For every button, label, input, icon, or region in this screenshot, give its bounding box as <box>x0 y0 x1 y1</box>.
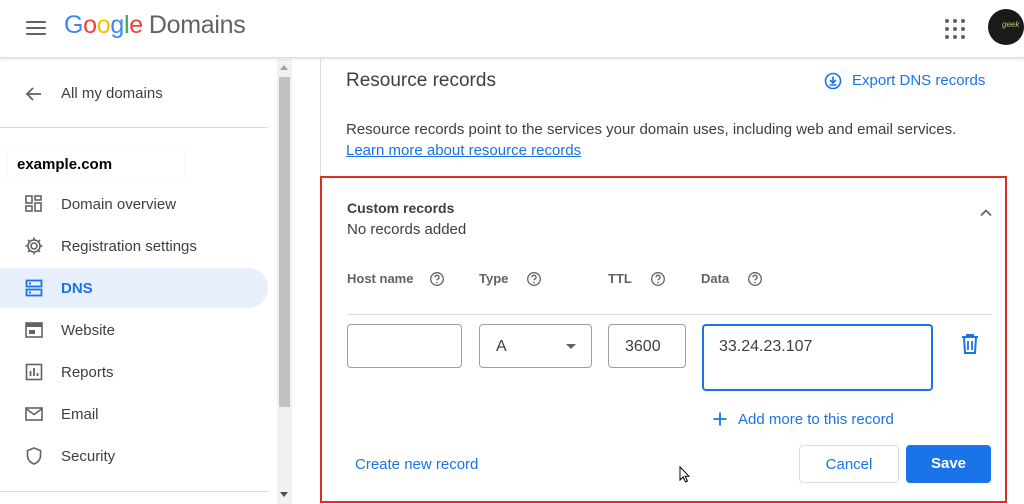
host-name-input[interactable] <box>347 324 462 368</box>
apps-grid-icon[interactable] <box>940 14 970 44</box>
sidebar-item-email[interactable]: Email <box>0 394 268 434</box>
hamburger-menu-icon[interactable] <box>22 14 50 42</box>
resource-records-description: Resource records point to the services y… <box>346 121 957 138</box>
web-browser-icon <box>25 322 43 338</box>
page-title: Resource records <box>346 70 496 91</box>
save-button[interactable]: Save <box>906 445 991 483</box>
sidebar-item-dns[interactable]: DNS <box>0 268 268 308</box>
sidebar-item-security[interactable]: Security <box>0 436 268 476</box>
column-header-ttl: TTL <box>608 271 632 286</box>
shield-icon <box>26 447 42 465</box>
sidebar-item-registration-settings[interactable]: Registration settings <box>0 226 268 266</box>
custom-records-title: Custom records <box>347 200 455 216</box>
dns-server-icon <box>25 279 43 297</box>
custom-records-panel: Custom records No records added Host nam… <box>320 176 1007 503</box>
logo-product-name: Domains <box>148 11 246 39</box>
create-new-record-button[interactable]: Create new record <box>355 456 478 473</box>
column-header-host-name: Host name <box>347 271 414 286</box>
column-header-data: Data <box>701 271 730 286</box>
sidebar-item-website[interactable]: Website <box>0 310 268 350</box>
sidebar: All my domains example.com Domain overvi… <box>0 59 276 504</box>
mouse-pointer-icon <box>679 466 691 483</box>
mail-icon <box>25 407 43 421</box>
cancel-button[interactable]: Cancel <box>799 445 899 483</box>
data-input[interactable]: 33.24.23.107 <box>702 324 933 391</box>
help-icon[interactable] <box>526 271 542 287</box>
trash-icon[interactable] <box>959 332 981 356</box>
back-label: All my domains <box>61 85 163 102</box>
avatar-text: geek <box>1002 20 1020 29</box>
scroll-up-arrow-icon[interactable] <box>280 65 288 70</box>
custom-records-subtitle: No records added <box>347 221 467 238</box>
account-avatar[interactable]: geek <box>988 9 1024 45</box>
help-icon[interactable] <box>650 271 666 287</box>
dropdown-arrow-icon <box>566 344 576 349</box>
sidebar-scrollbar[interactable] <box>277 59 292 504</box>
main-content: Resource records Export DNS records Reso… <box>320 59 1024 504</box>
column-header-type: Type <box>479 271 509 286</box>
sidebar-item-domain-overview[interactable]: Domain overview <box>0 184 268 224</box>
help-icon[interactable] <box>429 271 445 287</box>
gear-icon <box>25 237 43 255</box>
google-domains-logo[interactable]: Google Domains <box>64 11 246 40</box>
back-to-all-domains[interactable]: All my domains <box>0 75 276 113</box>
plus-icon <box>713 412 727 426</box>
domain-name-label: example.com <box>8 146 184 180</box>
help-icon[interactable] <box>747 271 763 287</box>
dashboard-icon <box>25 195 42 212</box>
arrow-back-icon <box>25 87 41 101</box>
scroll-thumb[interactable] <box>279 77 290 407</box>
sidebar-bottom-divider <box>0 491 268 492</box>
download-circle-icon <box>824 72 842 90</box>
learn-more-link[interactable]: Learn more about resource records <box>346 142 581 159</box>
bar-chart-icon <box>25 363 43 381</box>
ttl-input[interactable]: 3600 <box>608 324 686 368</box>
scroll-down-arrow-icon[interactable] <box>280 492 288 497</box>
sidebar-item-reports[interactable]: Reports <box>0 352 268 392</box>
header-divider <box>347 314 992 315</box>
top-app-bar: Google Domains geek <box>0 0 1024 58</box>
type-select[interactable]: A <box>479 324 592 368</box>
chevron-up-icon[interactable] <box>978 205 994 221</box>
sidebar-divider <box>0 127 268 128</box>
